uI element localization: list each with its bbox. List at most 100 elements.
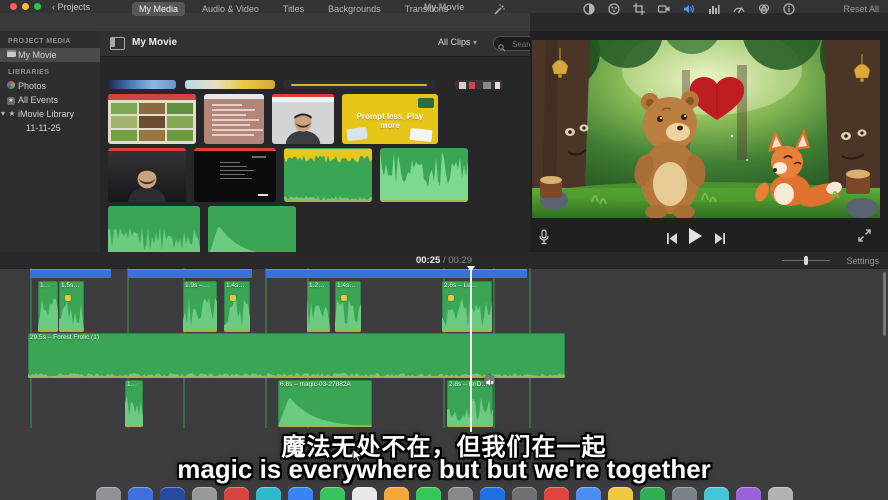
dock-app-icon[interactable] (512, 487, 537, 500)
playhead[interactable] (470, 266, 472, 432)
media-thumbnail-audio-wave[interactable] (108, 206, 200, 258)
video-viewer[interactable] (532, 40, 880, 218)
media-thumbnail-notes[interactable] (204, 94, 264, 144)
sidebar-item-photos[interactable]: Photos (0, 79, 100, 93)
dock-app-icon[interactable] (224, 487, 249, 500)
clip-filter-icon[interactable] (758, 3, 770, 15)
media-thumbnail-audio-tall[interactable] (380, 148, 468, 202)
microphone-icon[interactable] (538, 229, 550, 250)
media-browser: My Movie All Clips ▾ ➔ Prompt less, Play… (100, 31, 530, 252)
dock-app-icon[interactable] (128, 487, 153, 500)
stabilization-icon[interactable] (658, 3, 670, 15)
dock-app-icon[interactable] (736, 487, 761, 500)
dock-app-icon[interactable] (704, 487, 729, 500)
reset-all-button[interactable]: Reset All (843, 4, 879, 14)
crop-icon[interactable] (633, 3, 645, 15)
audio-effect-badge-icon (341, 295, 347, 301)
media-thumbnail-audio-band[interactable] (284, 148, 372, 202)
events-icon: ★ (6, 95, 16, 105)
media-thumbnail-promo[interactable]: Prompt less, Play more (342, 94, 438, 144)
volume-icon[interactable] (683, 3, 695, 15)
media-thumbnail-strip-yellowline[interactable] (283, 80, 435, 89)
dock-app-icon[interactable] (160, 487, 185, 500)
media-thumbnail-terminal[interactable] (194, 148, 276, 202)
fullscreen-icon[interactable] (858, 229, 871, 247)
tab-transitions[interactable]: Transitions (398, 2, 456, 16)
color-balance-icon[interactable] (583, 3, 595, 15)
playhead-handle[interactable] (467, 266, 475, 272)
photos-icon (6, 81, 16, 91)
title-track-bar[interactable] (266, 269, 527, 278)
timeline-clip[interactable]: 1.2… (307, 281, 330, 332)
dock-app-icon[interactable] (576, 487, 601, 500)
title-track-bar[interactable] (30, 269, 111, 278)
sidebar-item-all-events[interactable]: ★All Events (0, 93, 100, 107)
media-thumbnail-webcam-dark[interactable] (108, 148, 186, 202)
media-browser-title: My Movie (132, 37, 177, 48)
tab-my-media[interactable]: My Media (132, 2, 185, 16)
timeline-settings-button[interactable]: Settings (846, 256, 879, 266)
dock-app-icon[interactable] (544, 487, 569, 500)
chevron-updown-icon: ▾ (473, 38, 477, 47)
timeline-clip[interactable]: 1… (38, 281, 58, 332)
browser-tabs: My Media Audio & Video Titles Backgrounds Tr… (132, 1, 455, 17)
media-thumbnail-strip-blue[interactable] (108, 80, 176, 89)
timeline-clip[interactable]: 29.5s – Forest Frolic (1) (28, 333, 565, 378)
timeline-clip[interactable]: 1… (125, 380, 143, 427)
tab-audio-video[interactable]: Audio & Video (195, 2, 266, 16)
timeline-clip[interactable]: 1.5s… (59, 281, 84, 332)
media-thumbnail-audio-decay[interactable] (208, 206, 296, 258)
timeline-clip[interactable]: 2.6s – Lu… (442, 281, 492, 332)
timeline-clip[interactable]: 6.8s – magic-03-27882A (278, 380, 372, 427)
timeline-clip[interactable]: 1.4s… (224, 281, 250, 332)
dock-app-icon[interactable] (96, 487, 121, 500)
media-thumbnail-strip-sky[interactable] (185, 80, 275, 89)
timeline-clip[interactable]: 1.9s –… (183, 281, 217, 332)
title-track-bar[interactable] (128, 269, 252, 278)
color-correction-icon[interactable] (608, 3, 620, 15)
zoom-slider-knob[interactable] (804, 256, 808, 265)
timeline-scrollbar[interactable] (883, 272, 886, 336)
dock-app-icon[interactable] (256, 487, 281, 500)
dock-app-icon[interactable] (384, 487, 409, 500)
dock-app-icon[interactable] (192, 487, 217, 500)
sidebar-item-my-movie[interactable]: My Movie (0, 48, 100, 62)
preview-pane (530, 31, 888, 252)
tab-titles[interactable]: Titles (276, 2, 311, 16)
info-icon[interactable] (783, 3, 795, 15)
timeline-clip[interactable]: 1.4s… (335, 281, 361, 332)
skip-forward-icon[interactable] (714, 231, 726, 249)
enhance-wand-icon[interactable] (493, 3, 505, 21)
mouse-cursor (352, 448, 363, 468)
audio-effect-badge-icon (448, 295, 454, 301)
sidebar-toggle-icon[interactable] (110, 37, 125, 50)
timeline-zoom-slider[interactable] (782, 260, 830, 261)
media-thumbnail-grid[interactable] (108, 94, 196, 144)
macos-dock (0, 487, 888, 500)
dock-app-icon[interactable] (480, 487, 505, 500)
skip-back-icon[interactable] (666, 231, 678, 249)
dock-app-icon[interactable] (672, 487, 697, 500)
dock-app-icon[interactable] (768, 487, 793, 500)
timecode-display: 00:25 / 00:29 (0, 255, 888, 266)
media-thumbnail-webcam-light[interactable] (272, 94, 334, 144)
sidebar-item-11-11-25[interactable]: 11-11-25 (0, 121, 100, 135)
dock-app-icon[interactable] (416, 487, 441, 500)
search-icon (498, 39, 506, 57)
tab-backgrounds[interactable]: Backgrounds (321, 2, 388, 16)
sidebar-item-imovie-library[interactable]: ▾★iMovie Library (0, 107, 100, 121)
noise-eq-icon[interactable] (708, 3, 720, 15)
media-thumbnail-strip-people[interactable] (455, 80, 503, 89)
dock-app-icon[interactable] (608, 487, 633, 500)
dock-app-icon[interactable] (640, 487, 665, 500)
dock-app-icon[interactable] (320, 487, 345, 500)
dock-app-icon[interactable] (288, 487, 313, 500)
adjustment-toolbar (583, 0, 795, 18)
dock-app-icon[interactable] (448, 487, 473, 500)
dock-app-icon[interactable] (352, 487, 377, 500)
volume-mute-badge-icon[interactable] (484, 375, 495, 386)
imovie-window: ‹ Projects ▤ ↓ My Movie My MediaAudio & … (0, 0, 888, 500)
play-icon[interactable] (688, 228, 703, 249)
speed-icon[interactable] (733, 3, 745, 15)
clips-filter-dropdown[interactable]: All Clips ▾ (438, 37, 477, 47)
